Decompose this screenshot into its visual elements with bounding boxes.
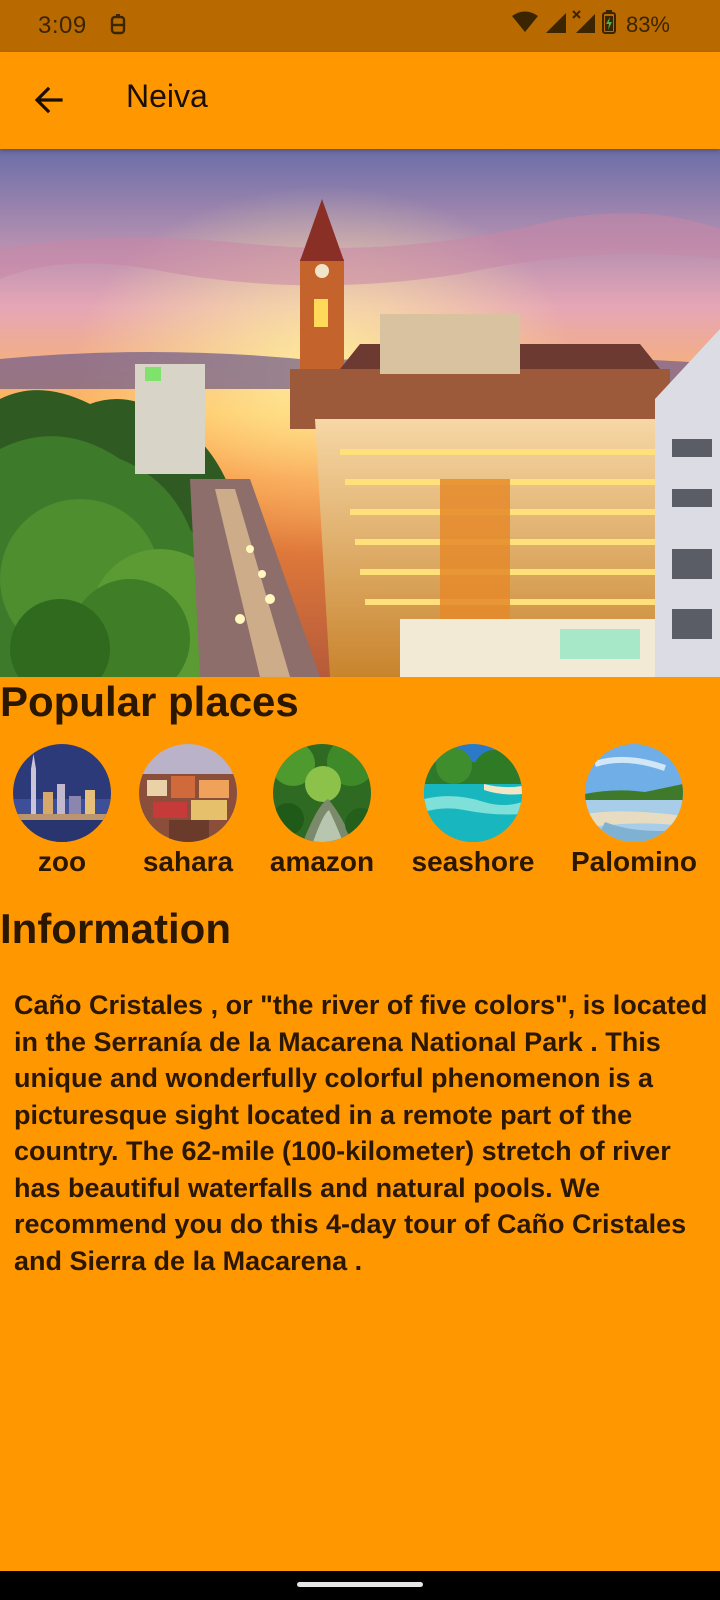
place-item-palomino[interactable]: Palomino xyxy=(563,744,705,878)
place-image-sahara xyxy=(139,744,237,842)
back-button[interactable] xyxy=(28,79,70,121)
battery-charging-icon xyxy=(601,10,616,39)
status-bar: 3:09 83% xyxy=(0,0,720,52)
battery-percent: 83% xyxy=(625,11,670,37)
place-image-zoo xyxy=(13,744,111,842)
notification-icon xyxy=(108,14,128,36)
system-nav-bar xyxy=(0,1571,720,1600)
popular-places-list: zoo sahara amazon seashore Palomino xyxy=(0,744,720,884)
place-label: amazon xyxy=(269,846,375,877)
place-item-zoo[interactable]: zoo xyxy=(12,744,112,878)
place-image-amazon xyxy=(273,744,371,842)
home-gesture-handle[interactable] xyxy=(297,1582,423,1587)
page-title: Neiva xyxy=(126,78,208,114)
place-image-palomino xyxy=(585,744,683,842)
place-item-sahara[interactable]: sahara xyxy=(136,744,240,878)
status-icons: 83% xyxy=(511,10,670,39)
place-label: sahara xyxy=(142,846,234,877)
hero-image xyxy=(0,149,720,677)
information-heading: Information xyxy=(0,905,231,952)
popular-places-heading: Popular places xyxy=(0,678,299,725)
app-bar: Neiva xyxy=(0,52,720,149)
place-label: seashore xyxy=(411,846,535,877)
place-item-amazon[interactable]: amazon xyxy=(266,744,378,878)
place-image-seashore xyxy=(424,744,522,842)
signal-no-service-icon xyxy=(572,10,596,39)
signal-icon xyxy=(544,11,566,38)
wifi-icon xyxy=(511,11,538,38)
status-time: 3:09 xyxy=(38,12,87,39)
arrow-left-icon xyxy=(34,86,63,114)
place-label: zoo xyxy=(37,846,87,877)
information-text: Caño Cristales , or "the river of five c… xyxy=(14,990,708,1276)
place-item-seashore[interactable]: seashore xyxy=(406,744,540,878)
place-label: Palomino xyxy=(570,846,697,877)
